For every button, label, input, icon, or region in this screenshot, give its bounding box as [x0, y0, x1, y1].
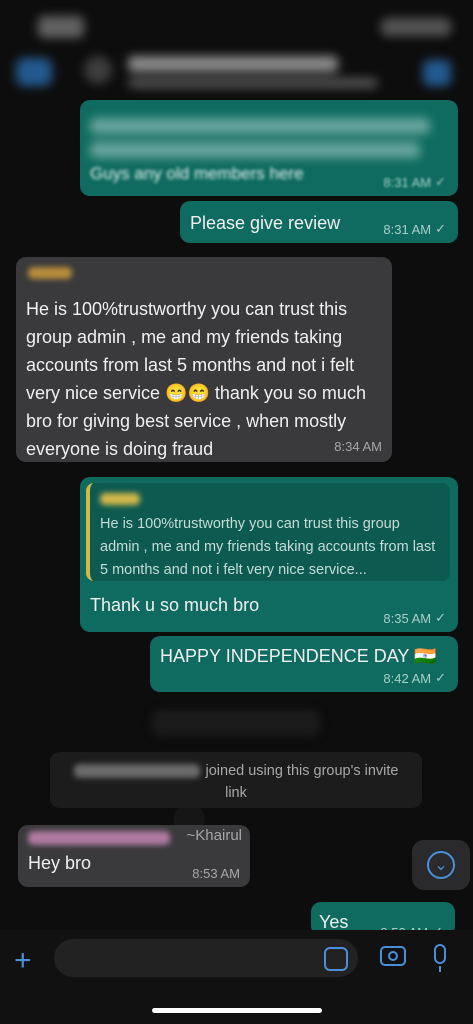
quoted-sender-blurred: [100, 493, 140, 505]
message-outgoing-blurred[interactable]: Guys any old members here 8:31 AM ✓: [80, 100, 458, 196]
message-outgoing[interactable]: Please give review 8:31 AM ✓: [180, 201, 458, 243]
scroll-to-bottom-button[interactable]: ⌄: [412, 840, 470, 890]
message-input[interactable]: [54, 939, 358, 977]
system-notice-text: joined using this group's invite link: [205, 763, 399, 801]
sender-name-blurred: [28, 267, 72, 279]
message-text: Thank u so much bro: [90, 595, 260, 615]
camera-icon[interactable]: [380, 946, 406, 966]
check-icon: ✓: [435, 174, 446, 189]
check-icon: ✓: [435, 610, 446, 625]
message-meta: 8:31 AM ✓: [383, 221, 446, 237]
quoted-message[interactable]: He is 100%trustworthy you can trust this…: [86, 483, 450, 581]
message-time: 8:31 AM: [383, 221, 432, 237]
message-meta: 8:42 AM ✓: [383, 670, 446, 686]
message-incoming[interactable]: ~Khairul Hey bro 8:53 AM: [18, 825, 250, 887]
message-input-bar: +: [0, 930, 473, 1024]
message-meta: 8:35 AM ✓: [383, 610, 446, 626]
system-notice: joined using this group's invite link: [50, 752, 422, 808]
message-time: 8:31 AM: [383, 174, 432, 190]
group-avatar[interactable]: [84, 56, 112, 84]
message-time: 8:53 AM: [192, 866, 240, 881]
check-icon: ✓: [435, 221, 446, 236]
microphone-icon[interactable]: [434, 944, 446, 972]
sender-alias: ~Khairul: [186, 827, 242, 844]
home-indicator: [152, 1008, 322, 1013]
status-time: [38, 16, 84, 38]
message-meta: 8:31 AM ✓: [383, 174, 446, 190]
sticker-icon[interactable]: [324, 947, 348, 971]
system-notice-blurred: [152, 710, 320, 736]
message-text: He is 100%trustworthy you can trust this…: [26, 299, 366, 459]
message-time: 8:42 AM: [383, 670, 432, 686]
phone-number-blurred: [73, 764, 200, 779]
message-outgoing-reply[interactable]: He is 100%trustworthy you can trust this…: [80, 477, 458, 632]
message-text: HAPPY INDEPENDENCE DAY 🇮🇳: [160, 646, 437, 666]
group-subtitle: [128, 78, 378, 88]
group-title[interactable]: [128, 56, 338, 72]
message-incoming[interactable]: He is 100%trustworthy you can trust this…: [16, 257, 392, 462]
sender-number-blurred: [28, 831, 170, 845]
chevron-left-icon[interactable]: [16, 58, 52, 86]
plus-icon[interactable]: +: [14, 944, 32, 978]
message-text: Hey bro: [28, 853, 92, 873]
status-icons: [381, 18, 451, 36]
message-time: 8:34 AM: [334, 439, 382, 454]
message-time: 8:35 AM: [383, 610, 432, 626]
message-meta: 8:34 AM: [334, 439, 382, 454]
message-text: Guys any old members here: [90, 164, 304, 183]
message-meta: 8:53 AM: [192, 866, 240, 881]
quoted-text: He is 100%trustworthy you can trust this…: [100, 516, 436, 578]
message-outgoing[interactable]: HAPPY INDEPENDENCE DAY 🇮🇳 8:42 AM ✓: [150, 636, 458, 692]
check-icon: ✓: [435, 670, 446, 685]
chat-header: [0, 44, 473, 102]
chevron-down-icon: ⌄: [427, 851, 455, 879]
phone-icon[interactable]: [423, 60, 451, 86]
